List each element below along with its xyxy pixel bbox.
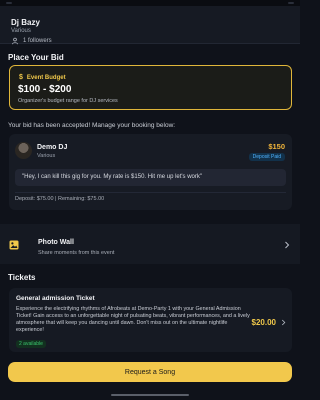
host-name: Dj Bazy (11, 18, 40, 27)
ticket-name: General admission Ticket (16, 295, 95, 302)
photo-wall-title: Photo Wall (38, 239, 74, 246)
status-indicator (6, 2, 12, 4)
budget-label: Event Budget (26, 74, 66, 81)
dj-name: Demo DJ (37, 144, 68, 151)
budget-range: $100 - $200 (18, 84, 72, 95)
dj-genre: Various (37, 153, 56, 159)
host-card[interactable]: Dj Bazy Various 1 followers (0, 6, 300, 45)
status-indicator (288, 2, 294, 4)
availability-badge: 2 available (16, 340, 46, 348)
budget-header: $ Event Budget (19, 74, 66, 81)
event-budget-card: $ Event Budget $100 - $200 Organizer's b… (9, 65, 292, 110)
bid-price: $150 (268, 142, 285, 151)
ticket-card[interactable]: General admission Ticket Experience the … (9, 288, 292, 352)
photo-wall-subtitle: Share moments from this event (38, 250, 115, 256)
followers-count: 1 followers (11, 37, 52, 45)
user-icon (12, 37, 18, 45)
status-badge: Deposit Paid (248, 153, 285, 161)
host-genre: Various (11, 28, 31, 34)
avatar (15, 142, 32, 159)
followers-label: 1 followers (23, 38, 52, 44)
ticket-description: Experience the electrifying rhythms of A… (16, 306, 250, 333)
tickets-title: Tickets (8, 273, 36, 282)
deposit-summary: Deposit: $75.00 | Remaining: $75.00 (15, 196, 105, 202)
request-song-button[interactable]: Request a Song (8, 362, 292, 382)
home-indicator (111, 394, 189, 396)
chevron-right-icon (285, 241, 290, 249)
ticket-price: $20.00 (251, 318, 276, 327)
budget-note: Organizer's budget range for DJ services (18, 98, 118, 104)
divider (15, 192, 286, 193)
photo-icon (9, 240, 19, 250)
bid-accepted-message: Your bid has been accepted! Manage your … (8, 122, 176, 129)
chevron-right-icon (281, 319, 286, 326)
bid-message: "Hey, I can kill this gig for you. My ra… (15, 169, 286, 186)
place-bid-title: Place Your Bid (8, 53, 64, 62)
accepted-bid-card[interactable]: Demo DJ Various $150 Deposit Paid "Hey, … (9, 134, 292, 210)
dollar-icon: $ (19, 74, 23, 81)
photo-wall-link[interactable]: Photo Wall Share moments from this event (0, 224, 300, 264)
